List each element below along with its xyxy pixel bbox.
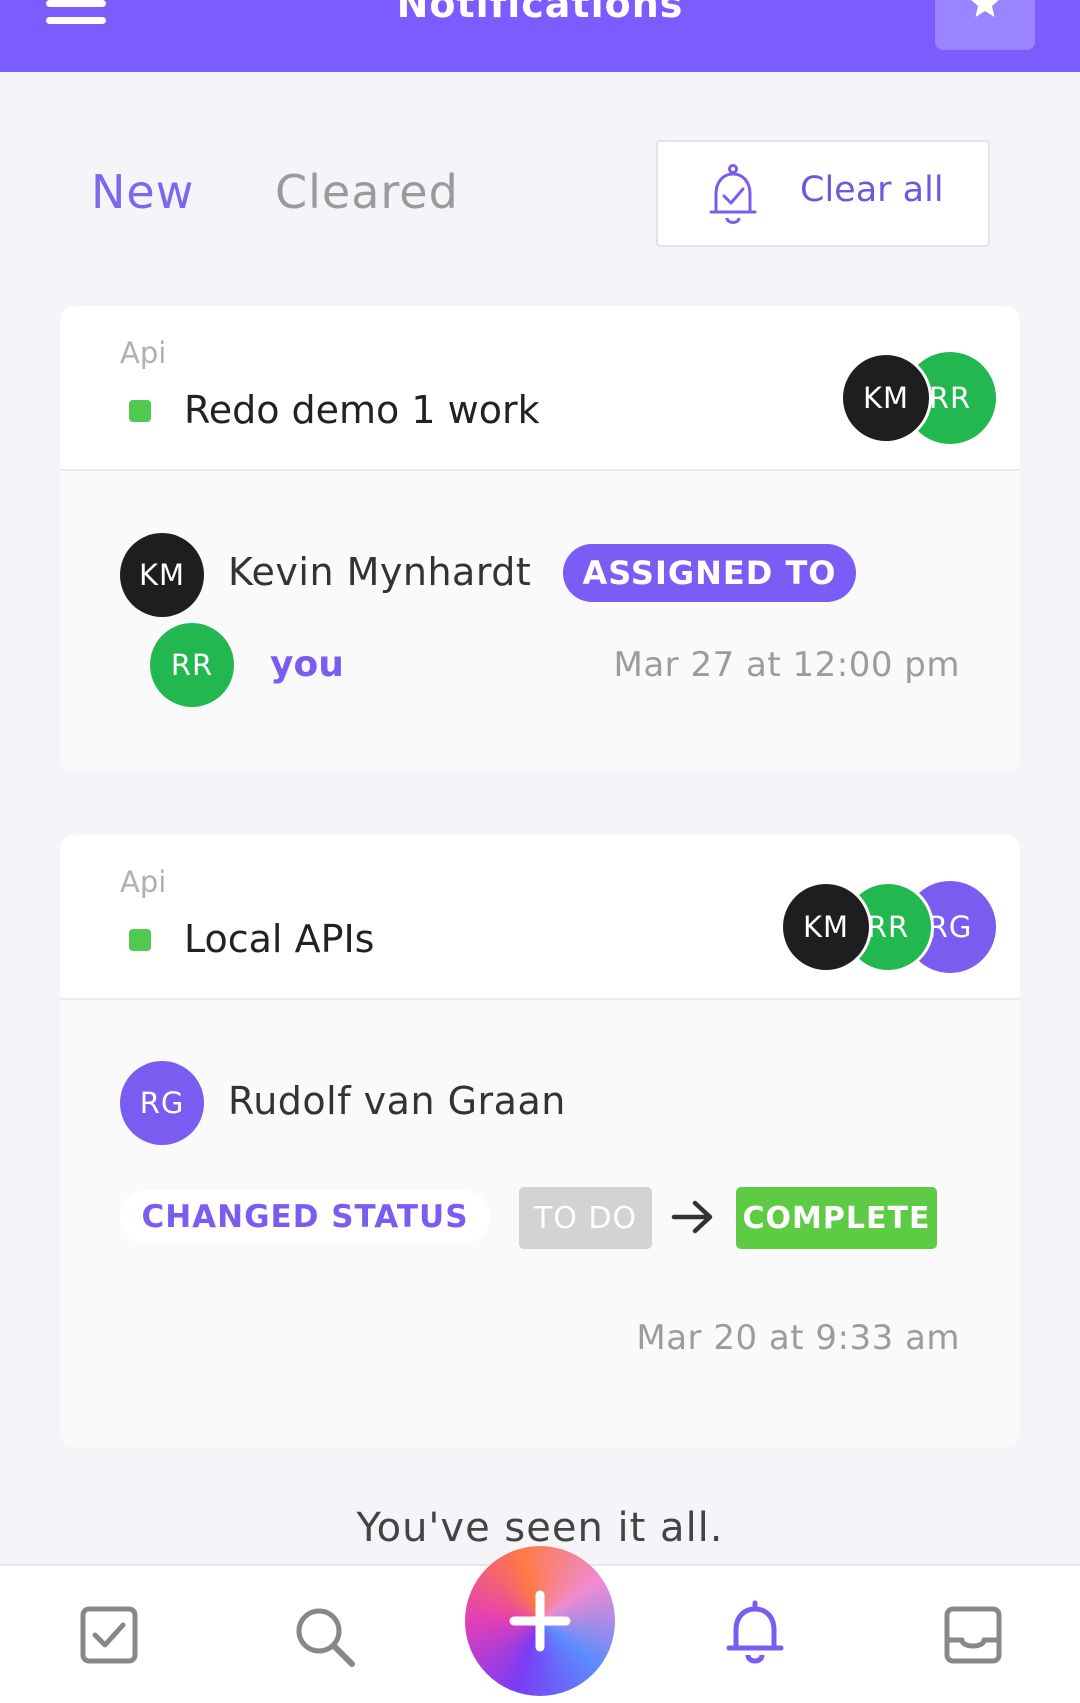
status-indicator — [129, 400, 151, 422]
clear-all-button[interactable]: Clear all — [656, 140, 990, 247]
actor-name: Rudolf van Graan — [228, 1079, 566, 1123]
tasks-icon[interactable] — [78, 1604, 140, 1666]
task-title[interactable]: Local APIs — [184, 917, 374, 961]
notification-card-header[interactable]: Api Local APIs RG RR KM — [60, 835, 1020, 1000]
actor-name: Kevin Mynhardt — [228, 550, 532, 594]
task-title[interactable]: Redo demo 1 work — [184, 388, 540, 432]
page-title: Notifications — [396, 0, 684, 26]
tab-new[interactable]: New — [91, 165, 194, 219]
timestamp: Mar 27 at 12:00 pm — [613, 645, 960, 685]
breadcrumb: Api — [120, 336, 167, 370]
status-indicator — [129, 929, 151, 951]
timestamp: Mar 20 at 9:33 am — [636, 1318, 960, 1358]
star-icon — [971, 0, 999, 17]
inbox-icon[interactable] — [942, 1604, 1004, 1666]
search-icon[interactable] — [292, 1604, 358, 1670]
end-of-list-message: You've seen it all. — [356, 1505, 724, 1551]
favorite-button[interactable] — [935, 0, 1035, 50]
avatar: RG — [120, 1061, 204, 1145]
clear-all-label: Clear all — [800, 170, 944, 210]
action-badge: ASSIGNED TO — [563, 544, 856, 602]
app-root: Notifications New Cleared Clear all Api … — [0, 0, 1080, 1703]
action-badge: CHANGED STATUS — [120, 1190, 490, 1244]
arrow-right-icon — [671, 1200, 713, 1234]
add-button[interactable] — [465, 1546, 615, 1696]
status-from: TO DO — [519, 1187, 652, 1249]
notification-card-header[interactable]: Api Redo demo 1 work RR KM — [60, 306, 1020, 471]
notifications-icon[interactable] — [724, 1600, 786, 1666]
plus-icon — [509, 1590, 571, 1652]
avatar: KM — [780, 881, 872, 973]
notification-card[interactable]: Api Redo demo 1 work RR KM KM Kevin Mynh… — [60, 306, 1020, 772]
top-app-bar: Notifications — [0, 0, 1080, 72]
avatar: RR — [150, 623, 234, 707]
notification-card[interactable]: Api Local APIs RG RR KM RG Rudolf van Gr… — [60, 835, 1020, 1447]
assignee-name: you — [270, 644, 344, 685]
bell-check-icon — [709, 164, 757, 224]
avatar: KM — [120, 533, 204, 617]
breadcrumb: Api — [120, 865, 167, 899]
avatar: KM — [840, 352, 932, 444]
tab-cleared[interactable]: Cleared — [275, 165, 459, 219]
status-to: COMPLETE — [736, 1187, 937, 1249]
